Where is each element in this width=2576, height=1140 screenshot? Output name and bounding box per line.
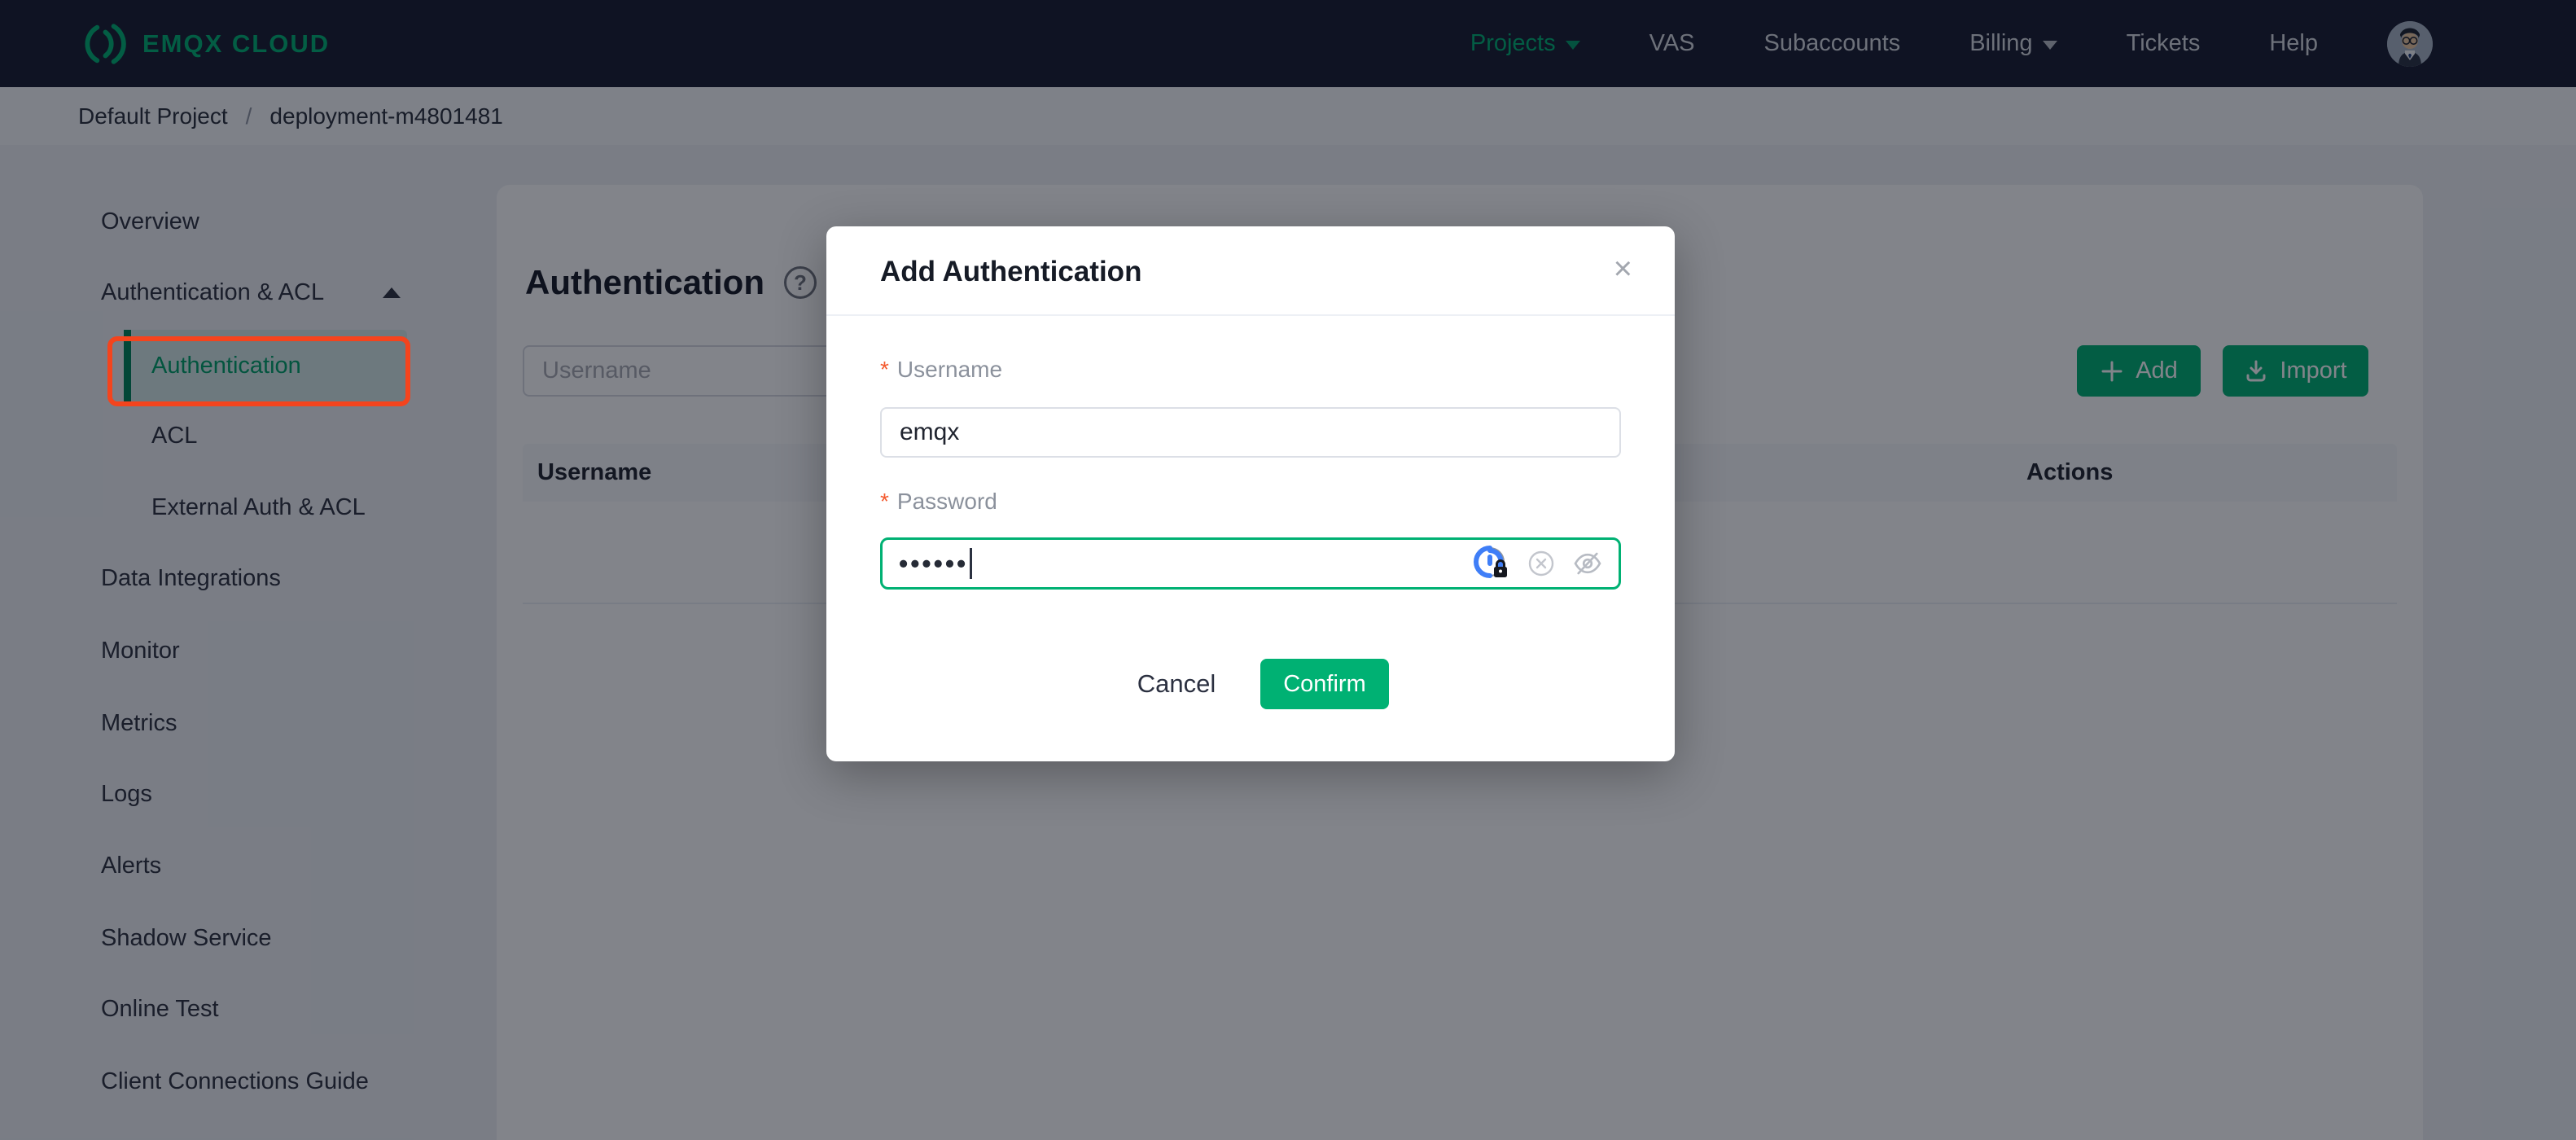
eye-off-icon[interactable] — [1573, 549, 1602, 578]
password-label: * Password — [880, 489, 997, 514]
modal-title: Add Authentication — [880, 256, 1142, 287]
password-manager-icon[interactable] — [1474, 546, 1509, 581]
password-field-icons — [1474, 546, 1602, 581]
close-icon[interactable]: × — [1614, 251, 1632, 287]
required-asterisk: * — [880, 357, 889, 382]
modal-header: Add Authentication × — [826, 226, 1675, 316]
required-asterisk: * — [880, 489, 889, 514]
add-authentication-modal: Add Authentication × *Username *Password… — [826, 226, 1675, 761]
text-cursor — [970, 548, 973, 579]
username-label: * Username — [880, 357, 1003, 382]
modal-password-input[interactable]: •••••• — [880, 537, 1621, 590]
annotation-highlight-rect — [107, 336, 410, 406]
clear-input-icon[interactable] — [1527, 550, 1555, 577]
modal-username-input[interactable] — [880, 407, 1621, 458]
password-masked-value: •••••• — [899, 549, 969, 578]
modal-footer: Cancel Confirm — [826, 659, 1675, 709]
cancel-button[interactable]: Cancel — [1119, 659, 1233, 709]
confirm-button[interactable]: Confirm — [1260, 659, 1389, 709]
emqx-cloud-console: EMQX CLOUD Projects VAS Subaccounts Bill… — [0, 0, 2576, 1140]
